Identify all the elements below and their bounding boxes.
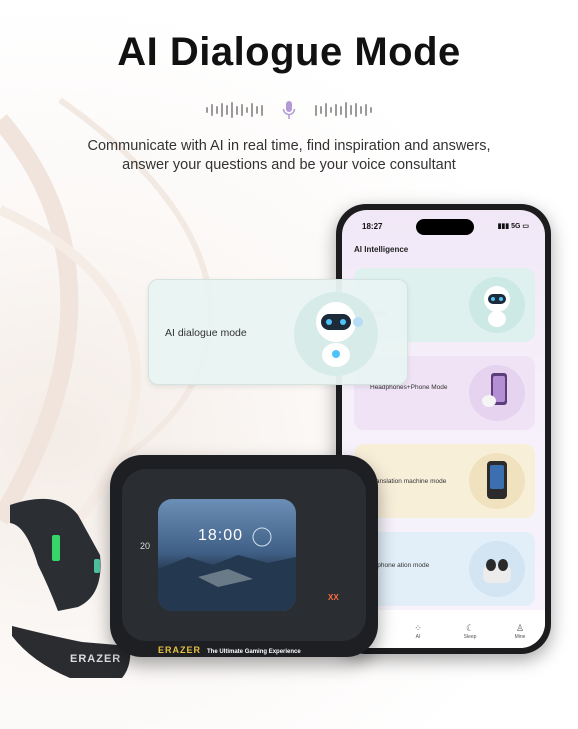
translator-device-icon (469, 453, 525, 509)
battery-icon: ▭ (522, 223, 529, 230)
case-corner-left: 20 (140, 541, 151, 551)
callout-label: AI dialogue mode (165, 327, 247, 339)
wallpaper-image (158, 527, 296, 611)
app-title: AI Intelligence (354, 245, 409, 254)
earpiece-brand-label: ERAZER (70, 653, 122, 665)
tab-ai[interactable]: ⁘ AI (406, 623, 430, 640)
mode-card-label: Translation machine mode (370, 478, 447, 485)
voice-wave-row (0, 96, 578, 124)
status-signal: ▮▮▮ 5G ▭ (497, 223, 529, 230)
status-time: 18:27 (362, 222, 383, 231)
dynamic-island (416, 219, 474, 235)
mode-card-label: adphone ation mode (370, 562, 430, 569)
tab-sleep[interactable]: ☾ Sleep (458, 623, 482, 640)
mode-card-translation[interactable]: Translation machine mode (354, 444, 535, 518)
subtitle-line-1: Communicate with AI in real time, find i… (87, 138, 491, 154)
mode-card-headphone[interactable]: adphone ation mode (354, 532, 535, 606)
left-wave-bars (206, 102, 263, 118)
robot-icon (469, 277, 525, 333)
page-title: AI Dialogue Mode (117, 30, 461, 74)
mode-card-label: Headphones+Phone Mode (370, 384, 448, 391)
right-wave-bars (315, 102, 372, 118)
grid-icon: ⁘ (414, 623, 422, 633)
case-touch-screen[interactable]: 18:00 (158, 499, 296, 611)
tab-mine[interactable]: ♙ Mine (508, 623, 532, 640)
robot-mascot-icon (294, 292, 378, 376)
subtitle: Communicate with AI in real time, find i… (0, 137, 578, 175)
case-clock: 18:00 (198, 527, 244, 544)
case-brand: ERAZER The Ultimate Gaming Experience (158, 645, 301, 655)
microphone-icon (277, 98, 301, 122)
person-icon: ♙ (515, 623, 525, 633)
product-banner: AI Dialogue Mode Communicate with AI in … (0, 0, 578, 729)
case-corner-right: XX (328, 593, 339, 602)
subtitle-line-2: answer your questions and be your voice … (122, 157, 456, 173)
charging-case: 20 XX 18:00 ERAZER The Ultimate Gaming Ex… (110, 455, 378, 657)
earpiece-hook (10, 498, 101, 611)
earbuds-case-icon (469, 541, 525, 597)
moon-icon: ☾ (465, 623, 475, 633)
ai-dialogue-callout[interactable]: AI dialogue mode (148, 279, 408, 385)
signal-icon: ▮▮▮ (497, 223, 512, 230)
phone-earbud-icon (469, 365, 525, 421)
